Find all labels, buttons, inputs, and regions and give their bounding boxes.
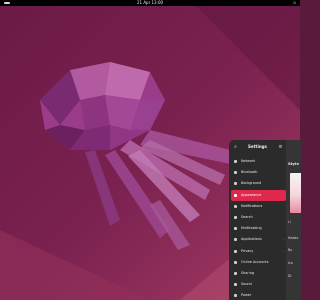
section-title-style: Style xyxy=(288,161,299,166)
power-icon xyxy=(234,294,237,298)
bell-icon xyxy=(234,204,237,208)
sidebar-item-power[interactable]: Power xyxy=(231,290,286,300)
cloud-icon xyxy=(234,260,237,264)
settings-window: ⌕ Settings ≡ Network Bluetooth Background A… xyxy=(229,140,301,300)
sidebar-item-online-accounts[interactable]: Online Accounts xyxy=(231,257,286,268)
sidebar-item-privacy[interactable]: Privacy › xyxy=(231,246,286,257)
sidebar-item-label: Sharing xyxy=(241,270,255,275)
sidebar-item-sharing[interactable]: Sharing xyxy=(231,268,286,279)
sidebar-item-label: Sound xyxy=(241,282,252,287)
hamburger-icon[interactable]: ≡ xyxy=(277,144,284,150)
option-label: Di xyxy=(288,274,292,278)
sidebar-item-label: Applications xyxy=(241,237,262,242)
top-bar: 21 Apr 13:00 ⏻ xyxy=(0,0,300,6)
sidebar-item-label: Power xyxy=(241,293,252,298)
clock[interactable]: 21 Apr 13:00 xyxy=(0,0,300,6)
sidebar-item-bluetooth[interactable]: Bluetooth xyxy=(231,167,286,178)
multitasking-icon xyxy=(234,227,237,231)
option-label: Bu xyxy=(288,248,293,252)
sidebar-item-network[interactable]: Network xyxy=(231,156,286,167)
style-preview-light[interactable] xyxy=(290,173,301,213)
sidebar-item-label: Privacy xyxy=(241,248,254,253)
bluetooth-icon xyxy=(234,171,237,175)
option-label: Ico xyxy=(288,261,293,265)
chevron-right-icon: › xyxy=(282,248,284,253)
sidebar-item-background[interactable]: Background xyxy=(231,178,286,189)
settings-nav-list: Network Bluetooth Background Appearance Noti… xyxy=(231,156,286,300)
color-section-label: Heade xyxy=(288,236,299,240)
sidebar-item-label: Appearance xyxy=(241,192,262,197)
network-icon xyxy=(234,160,237,163)
sidebar-item-appearance[interactable]: Appearance xyxy=(231,189,286,201)
apps-icon xyxy=(234,238,237,242)
sidebar-item-label: Online Accounts xyxy=(241,259,269,264)
sidebar-headerbar: ⌕ Settings ≡ xyxy=(229,140,286,154)
sidebar-item-label: Notifications xyxy=(241,203,263,208)
sidebar-item-applications[interactable]: Applications › xyxy=(231,234,286,245)
system-tray-power-icon[interactable]: ⏻ xyxy=(293,1,296,5)
appearance-panel: Style Li Heade Bu Ico Di xyxy=(286,140,301,300)
sidebar-item-label: Network xyxy=(241,159,256,163)
search-icon xyxy=(234,215,237,219)
sidebar-item-multitasking[interactable]: Multitasking xyxy=(231,223,286,234)
sidebar-item-label: Search xyxy=(241,214,253,219)
chevron-right-icon: › xyxy=(282,237,284,242)
sidebar-item-search[interactable]: Search xyxy=(231,212,286,223)
sidebar-item-notifications[interactable]: Notifications xyxy=(231,201,286,212)
sidebar-item-label: Multitasking xyxy=(241,226,262,231)
style-option-label: Li xyxy=(288,220,291,224)
sidebar-item-label: Background xyxy=(241,181,262,186)
appearance-icon xyxy=(234,193,237,197)
sidebar-item-sound[interactable]: Sound xyxy=(231,279,286,290)
lock-icon xyxy=(234,249,237,253)
sidebar-item-label: Bluetooth xyxy=(241,170,258,175)
background-icon xyxy=(234,182,237,186)
settings-sidebar: ⌕ Settings ≡ Network Bluetooth Background A… xyxy=(229,140,286,300)
speaker-icon xyxy=(234,283,237,287)
share-icon xyxy=(234,271,237,275)
